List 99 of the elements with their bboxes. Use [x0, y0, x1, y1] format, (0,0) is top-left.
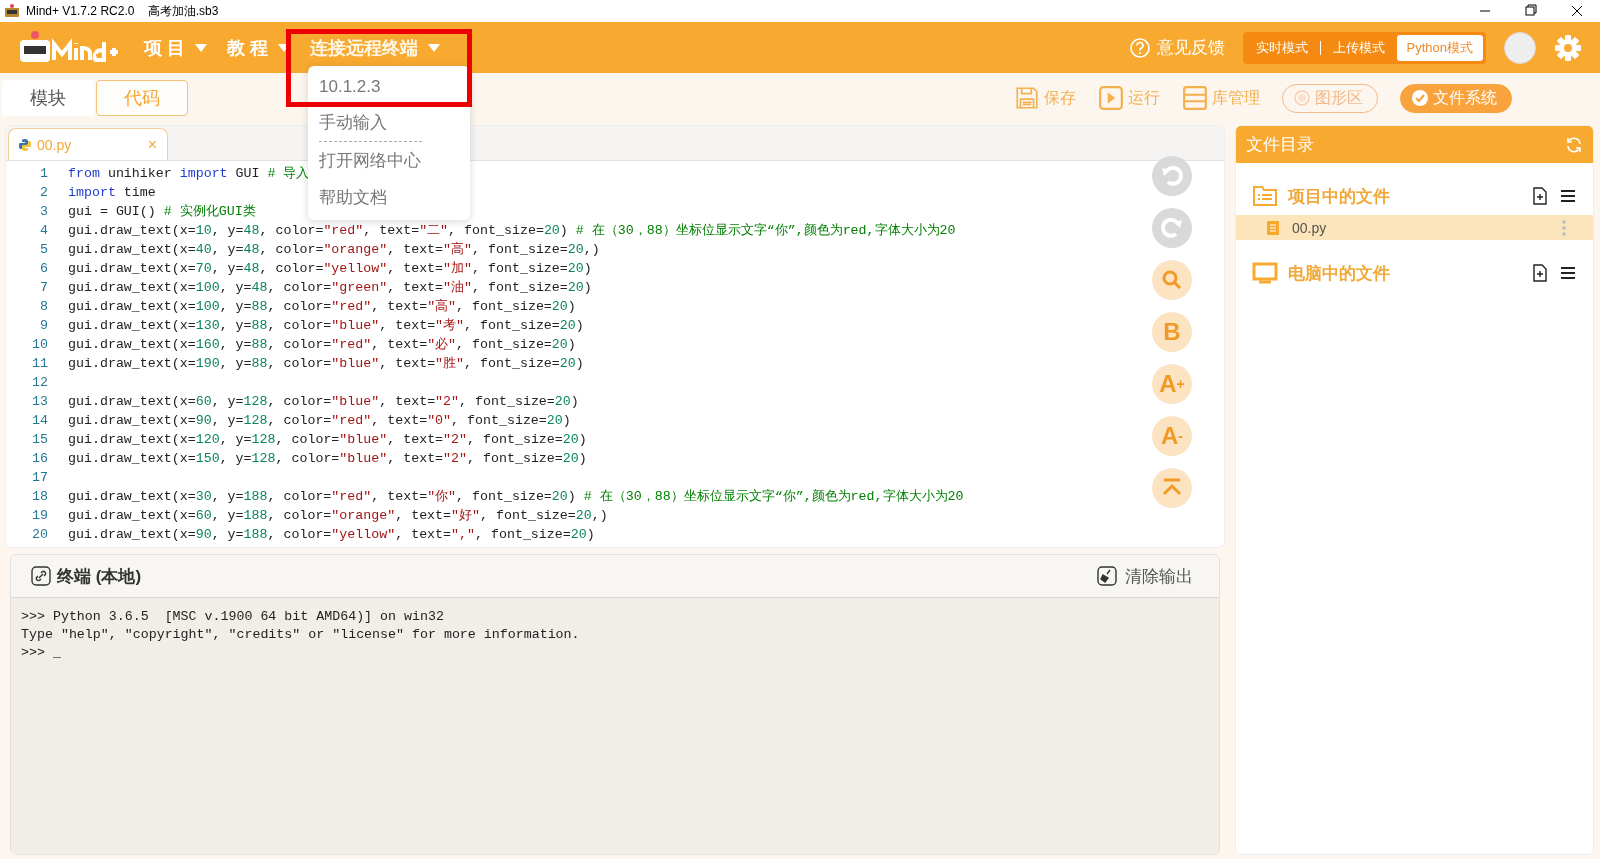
- clear-output-button[interactable]: 清除输出: [1091, 563, 1199, 589]
- line-number: 16: [31, 450, 49, 468]
- caret-icon: [195, 43, 207, 52]
- line-number: 18: [31, 488, 49, 506]
- code-line: gui = GUI() # 实例化GUI类: [68, 203, 256, 221]
- more-icon[interactable]: [1561, 218, 1567, 237]
- close-tab-button[interactable]: ×: [147, 135, 157, 154]
- code-line: gui.draw_text(x=90, y=188, color="yellow", text=",", font_size=20): [68, 526, 595, 544]
- undo-icon: [1160, 164, 1184, 188]
- text-button[interactable]: A$^{+}$: [1152, 364, 1192, 404]
- app-icon: [4, 4, 20, 18]
- code-line: gui.draw_text(x=70, y=48, color="yellow", text="加", font_size=20): [68, 260, 592, 278]
- check-icon: [1411, 89, 1429, 107]
- toolbar-button[interactable]: 运行: [1098, 85, 1160, 111]
- link-icon: [31, 566, 51, 586]
- save-icon: [1014, 85, 1040, 111]
- search-icon: [1160, 268, 1184, 292]
- file-tab[interactable]: 00.py ×: [8, 128, 168, 160]
- dropdown-item[interactable]: 手动输入: [308, 104, 470, 141]
- dropdown-item[interactable]: 10.1.2.3: [308, 70, 470, 104]
- folder-list-icon: [1252, 184, 1278, 208]
- mode-option[interactable]: 上传模式: [1322, 34, 1395, 61]
- code-line: import time: [68, 184, 156, 202]
- line-number: 8: [39, 298, 49, 316]
- code-line: gui.draw_text(x=30, y=188, color="red", text="你", font_size=20) # 在（30，88）坐标位显示文字“你”,颜色为red,字体大小为20: [68, 488, 964, 506]
- file-name: 00.py: [1292, 219, 1327, 236]
- panel-title: 文件目录: [1246, 134, 1314, 156]
- menu-item[interactable]: 连接远程终端: [300, 27, 451, 68]
- file-item[interactable]: 00.py: [1236, 215, 1593, 240]
- refresh-icon[interactable]: [1565, 135, 1583, 154]
- line-number: 9: [39, 317, 49, 335]
- code-line: gui.draw_text(x=60, y=188, color="orange", text="好", font_size=20,): [68, 507, 608, 525]
- avatar[interactable]: [1504, 31, 1536, 64]
- terminal-title: 终端 (本地): [57, 565, 142, 588]
- line-number: 14: [31, 412, 49, 430]
- line-number: 17: [31, 469, 49, 487]
- redo-icon: [1160, 216, 1184, 240]
- code-line: gui.draw_text(x=190, y=88, color="blue", text="胜", font_size=20): [68, 355, 584, 373]
- line-number: 1: [39, 165, 49, 183]
- code-line: gui.draw_text(x=90, y=128, color="red", text="0", font_size=20): [68, 412, 571, 430]
- line-number: 4: [39, 222, 49, 240]
- dropdown-item[interactable]: 打开网络中心: [308, 142, 470, 179]
- drawers-icon: [1182, 85, 1208, 111]
- code-line: gui.draw_text(x=150, y=128, color="blue", text="2", font_size=20): [68, 450, 587, 468]
- line-number: 20: [31, 526, 49, 544]
- question-icon: [1128, 36, 1151, 59]
- code-line: gui.draw_text(x=100, y=48, color="green", text="油", font_size=20): [68, 279, 592, 297]
- caret-icon: [428, 43, 441, 52]
- code-line: gui.draw_text(x=120, y=128, color="blue", text="2", font_size=20): [68, 431, 587, 449]
- settings-icon[interactable]: [1554, 33, 1582, 62]
- line-number: 12: [31, 374, 49, 392]
- line-number: 2: [39, 184, 49, 202]
- toggle-button[interactable]: 文件系统: [1400, 83, 1512, 113]
- radio-icon: [1293, 89, 1311, 107]
- code-line: from unihiker import GUI # 导入: [68, 165, 310, 183]
- text-button[interactable]: B: [1152, 312, 1192, 352]
- line-number: 10: [31, 336, 49, 354]
- search-button[interactable]: [1152, 260, 1192, 300]
- line-number: 5: [39, 241, 49, 259]
- line-number: 15: [31, 431, 49, 449]
- code-line: gui.draw_text(x=100, y=88, color="red", text="高", font_size=20): [68, 298, 576, 316]
- view-tab[interactable]: 代码: [96, 80, 188, 116]
- menu-icon[interactable]: [1559, 264, 1577, 282]
- menu-icon[interactable]: [1559, 187, 1577, 205]
- code-line: gui.draw_text(x=10, y=48, color="red", text="二", font_size=20) # 在（30，88）坐标位显示文字“你”,颜色为red,字体大小为20: [68, 222, 956, 240]
- code-line: gui.draw_text(x=40, y=48, color="orange", text="高", font_size=20,): [68, 241, 600, 259]
- code-line: gui.draw_text(x=160, y=88, color="red", text="必", font_size=20): [68, 336, 576, 354]
- python-icon: [19, 138, 31, 151]
- file-icon: [1266, 219, 1280, 236]
- monitor-icon: [1252, 261, 1278, 285]
- window-title: Mind+ V1.7.2 RC2.0 高考加油.sb3: [26, 2, 219, 20]
- code-line: gui.draw_text(x=130, y=88, color="blue", text="考", font_size=20): [68, 317, 584, 335]
- line-number: 13: [31, 393, 49, 411]
- line-number: 6: [39, 260, 49, 278]
- toolbar-button[interactable]: 库管理: [1182, 85, 1260, 111]
- new-file-icon[interactable]: [1531, 187, 1549, 205]
- broom-icon: [1097, 566, 1117, 586]
- play-icon: [1098, 85, 1124, 111]
- line-number: 7: [39, 279, 49, 297]
- feedback-link[interactable]: 意见反馈: [1156, 36, 1225, 59]
- dropdown-item[interactable]: 帮助文档: [308, 179, 470, 216]
- text-button[interactable]: A$^{-}$: [1152, 416, 1192, 456]
- line-number: 19: [31, 507, 49, 525]
- tab-label: 00.py: [37, 136, 72, 153]
- section-title[interactable]: 电脑中的文件: [1288, 261, 1390, 285]
- mode-option[interactable]: 实时模式: [1245, 34, 1318, 61]
- mode-option[interactable]: Python模式: [1396, 34, 1483, 61]
- view-tab[interactable]: 模块: [2, 80, 94, 116]
- new-file-icon[interactable]: [1531, 264, 1549, 282]
- terminal-line: >>> Python 3.6.5 [MSC v.1900 64 bit AMD64)] on win32: [21, 608, 445, 626]
- terminal-line: >>> _: [21, 644, 62, 662]
- top-button[interactable]: [1152, 468, 1192, 508]
- toolbar-button[interactable]: 保存: [1014, 85, 1076, 111]
- section-title[interactable]: 项目中的文件: [1288, 184, 1390, 208]
- line-number: 11: [31, 355, 49, 373]
- terminal-line: Type "help", "copyright", "credits" or "license" for more information.: [21, 626, 581, 644]
- menu-item[interactable]: 项 目: [134, 27, 217, 68]
- code-line: gui.draw_text(x=60, y=128, color="blue", text="2", font_size=20): [68, 393, 579, 411]
- line-number: 3: [39, 203, 49, 221]
